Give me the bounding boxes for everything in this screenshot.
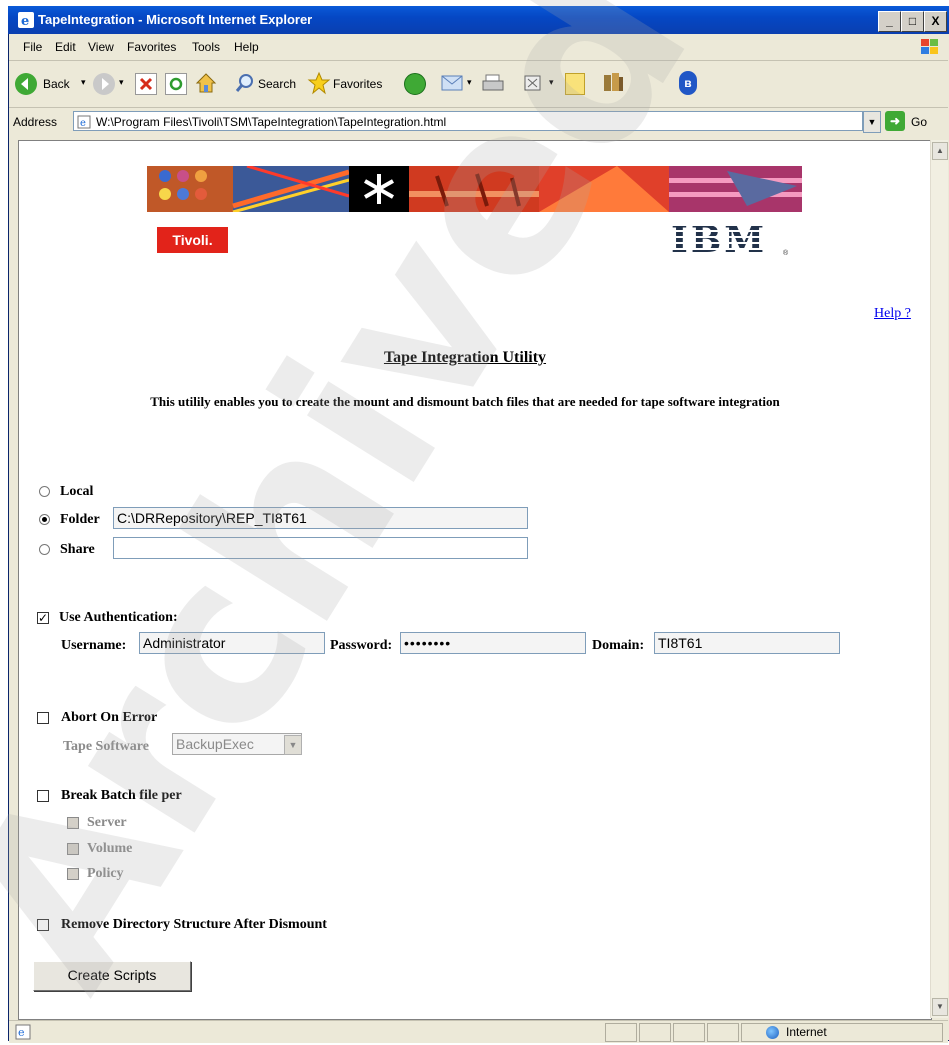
tape-software-label: Tape Software [63,739,149,754]
folder-input[interactable]: C:\DRRepository\REP_TI8T61 [113,507,528,529]
tape-software-select[interactable]: BackupExec [172,733,302,755]
address-label: Address [13,115,58,129]
scroll-down-icon[interactable]: ▼ [932,998,948,1016]
status-panel-4 [707,1023,739,1042]
break-by-volume-checkbox[interactable] [67,843,79,855]
banner-image [147,166,802,212]
folder-radio[interactable] [39,514,50,525]
remove-directory-checkbox[interactable] [37,919,49,931]
zone-panel: Internet [741,1023,943,1042]
menu-file[interactable]: File [23,40,42,54]
stop-icon[interactable] [135,73,157,95]
menu-tools[interactable]: Tools [192,40,220,54]
address-url: W:\Program Files\Tivoli\TSM\TapeIntegrat… [96,115,447,129]
status-panel-1 [605,1023,637,1042]
use-authentication-checkbox[interactable]: ✓ [37,612,49,624]
svg-text:e: e [18,1026,25,1039]
ibm-logo: IBM ® [671,219,789,261]
close-button[interactable]: X [924,11,947,32]
mail-icon[interactable] [441,73,465,93]
back-dropdown-icon[interactable]: ▾ [81,77,86,88]
ie-logo-icon: e [18,12,34,28]
remove-directory-label: Remove Directory Structure After Dismoun… [61,917,327,932]
status-bar: e Internet [9,1020,948,1043]
break-by-server-label: Server [87,815,127,830]
title-bar[interactable]: e TapeIntegration - Microsoft Internet E… [8,6,949,34]
page-icon: e [77,115,91,129]
tape-software-value: BackupExec [176,736,254,752]
folder-label: Folder [60,512,100,527]
page-title: Tape Integration Utility [383,349,547,366]
status-panel-2 [639,1023,671,1042]
mail-dropdown-icon[interactable]: ▾ [467,77,472,88]
refresh-icon[interactable] [165,73,187,95]
address-input[interactable]: W:\Program Files\Tivoli\TSM\TapeIntegrat… [73,111,863,131]
toolbar: Back ▾ ▾ Search Favorites ▾ ▾ ʙ [9,61,948,108]
menu-favorites[interactable]: Favorites [127,40,176,54]
menu-bar: File Edit View Favorites Tools Help [9,34,948,61]
status-panel-3 [673,1023,705,1042]
abort-on-error-label: Abort On Error [61,710,158,725]
share-input[interactable] [113,537,528,559]
domain-label: Domain: [592,638,645,653]
forward-dropdown-icon[interactable]: ▾ [119,77,124,88]
edit-icon[interactable] [523,73,543,93]
research-icon[interactable] [601,71,625,95]
zone-label: Internet [786,1025,827,1039]
minimize-button[interactable]: _ [878,11,901,32]
edit-dropdown-icon[interactable]: ▾ [549,77,554,88]
svg-text:e: e [80,118,86,129]
restore-button[interactable]: □ [901,11,924,32]
share-radio[interactable] [39,544,50,555]
forward-arrow-icon[interactable] [93,73,115,95]
break-by-volume-label: Volume [87,841,133,856]
username-label: Username: [61,638,127,653]
windows-flag-icon [921,39,938,54]
password-label: Password: [330,638,393,653]
address-dropdown-icon[interactable]: ▼ [863,111,881,133]
vertical-scrollbar[interactable]: ▲ ▼ [930,140,948,1018]
menu-help[interactable]: Help [234,40,259,54]
print-icon[interactable] [481,73,505,95]
create-scripts-button[interactable]: Create Scripts [33,961,191,991]
local-radio[interactable] [39,486,50,497]
break-by-policy-checkbox[interactable] [67,868,79,880]
username-input[interactable]: Administrator [139,632,325,654]
break-batch-label: Break Batch file per [61,788,182,803]
abort-on-error-checkbox[interactable] [37,712,49,724]
scroll-up-icon[interactable]: ▲ [932,142,948,160]
local-label: Local [60,484,94,499]
page-content [18,140,932,1020]
back-button[interactable]: Back [43,77,70,91]
page-status-icon: e [15,1024,31,1040]
break-by-policy-label: Policy [87,866,124,881]
window-title: TapeIntegration - Microsoft Internet Exp… [38,12,313,27]
search-icon[interactable] [235,73,255,93]
history-icon[interactable] [404,73,426,95]
address-bar: Address W:\Program Files\Tivoli\TSM\Tape… [9,108,948,136]
home-icon[interactable] [194,71,218,95]
search-button[interactable]: Search [258,77,296,91]
share-label: Share [60,542,95,557]
notes-icon[interactable] [565,73,585,95]
bluetooth-icon[interactable]: ʙ [679,71,697,95]
tivoli-logo: Tivoli. [157,227,228,253]
menu-view[interactable]: View [88,40,114,54]
svg-text:e: e [21,14,29,28]
use-authentication-label: Use Authentication: [59,610,178,625]
favorites-star-icon[interactable] [307,71,331,95]
menu-edit[interactable]: Edit [55,40,76,54]
back-arrow-icon[interactable] [15,73,37,95]
go-arrow-icon[interactable]: ➜ [885,111,905,131]
page-description: This utilily enables you to create the m… [150,394,780,409]
domain-input[interactable]: TI8T61 [654,632,840,654]
go-button[interactable]: Go [911,115,927,129]
help-link[interactable]: Help ? [874,306,911,322]
internet-globe-icon [766,1026,779,1039]
tape-software-dropdown-icon[interactable]: ▼ [284,735,302,755]
break-batch-checkbox[interactable] [37,790,49,802]
break-by-server-checkbox[interactable] [67,817,79,829]
password-input[interactable]: •••••••• [400,632,586,654]
favorites-button[interactable]: Favorites [333,77,382,91]
